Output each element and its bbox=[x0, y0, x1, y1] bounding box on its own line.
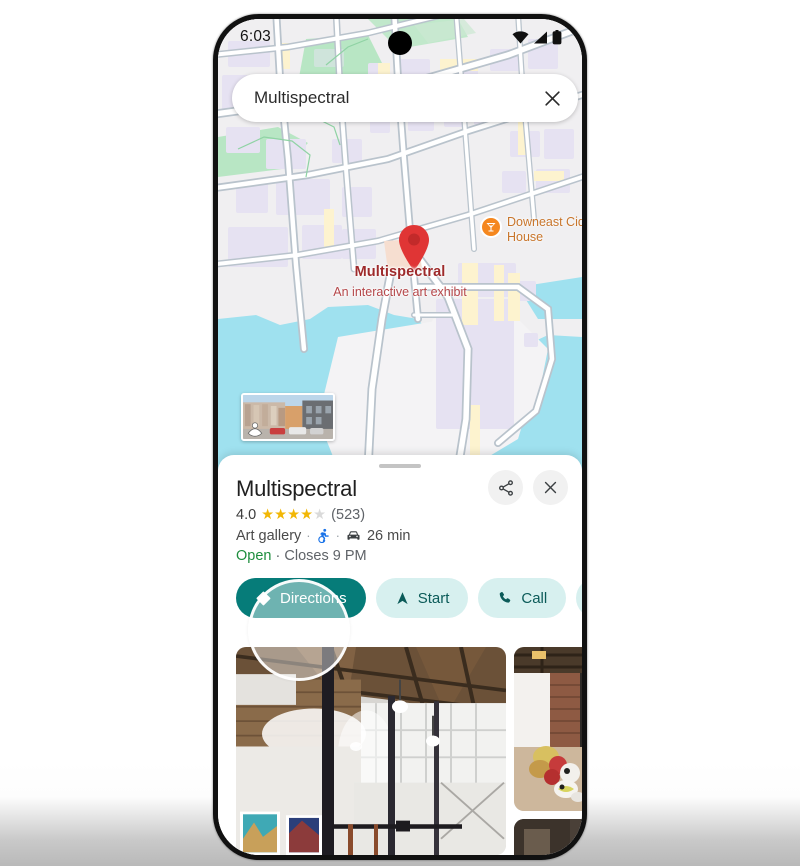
rating-value: 4.0 bbox=[236, 507, 257, 523]
rating-stars: ★ ★ ★ ★ ★ bbox=[261, 508, 326, 523]
map-poi-label: Downeast Cid House bbox=[507, 215, 582, 245]
photo-column: 2 days ag bbox=[514, 647, 582, 855]
start-button[interactable]: Start bbox=[375, 578, 469, 618]
directions-button[interactable]: Directions bbox=[236, 578, 366, 618]
hours-row: Open · Closes 9 PM bbox=[236, 548, 564, 564]
sheet-header: Multispectral 4.0 ★ ★ ★ ★ ★ (523) Art ga… bbox=[218, 468, 582, 564]
meta-separator: · bbox=[335, 528, 340, 543]
search-input[interactable]: Multispectral bbox=[232, 88, 530, 108]
directions-label: Directions bbox=[280, 589, 347, 607]
pegman-icon bbox=[246, 422, 264, 437]
close-icon bbox=[544, 90, 560, 106]
review-count: (523) bbox=[331, 507, 366, 523]
star-empty: ★ bbox=[313, 506, 327, 523]
map-poi-name-line2: House bbox=[507, 230, 544, 244]
map-poi-downeast-cider[interactable]: Downeast Cid House bbox=[480, 215, 582, 245]
place-meta-row: Art gallery · · 26 min bbox=[236, 527, 564, 544]
close-button[interactable] bbox=[533, 470, 568, 505]
gallery-interior-photo bbox=[236, 647, 506, 855]
sheet-header-actions bbox=[488, 470, 568, 505]
map-pin-sublabel: An interactive art exhibit bbox=[333, 285, 467, 299]
place-details-sheet[interactable]: Multispectral 4.0 ★ ★ ★ ★ ★ (523) Art ga… bbox=[218, 455, 582, 855]
meta-separator: · bbox=[306, 528, 311, 543]
call-label: Call bbox=[521, 589, 548, 607]
map-pin-label: Multispectral bbox=[354, 264, 446, 280]
search-clear-button[interactable] bbox=[530, 76, 574, 120]
save-button[interactable] bbox=[576, 578, 582, 618]
rating-row[interactable]: 4.0 ★ ★ ★ ★ ★ (523) bbox=[236, 507, 564, 523]
phone-screen: Downeast Cid House Multispectral An inte… bbox=[218, 19, 582, 855]
close-icon bbox=[544, 481, 557, 494]
photo-third[interactable]: 2 days ag bbox=[514, 819, 582, 855]
directions-icon bbox=[255, 590, 272, 607]
sculpture-photo bbox=[514, 647, 582, 811]
cocktail-bar-icon bbox=[480, 216, 502, 238]
share-icon bbox=[498, 479, 513, 496]
street-view-thumbnail[interactable] bbox=[241, 393, 335, 441]
car-icon bbox=[345, 527, 362, 544]
photo-main[interactable] bbox=[236, 647, 506, 855]
travel-time: 26 min bbox=[366, 527, 411, 544]
search-bar[interactable]: Multispectral bbox=[232, 74, 578, 122]
star-filled: ★ bbox=[274, 506, 288, 523]
call-button[interactable]: Call bbox=[478, 578, 567, 618]
photo-gallery[interactable]: 2 days ag bbox=[236, 647, 582, 855]
action-buttons-row: Directions Start Call bbox=[218, 564, 582, 618]
open-status: Open bbox=[236, 548, 272, 564]
screenshot-root: Downeast Cid House Multispectral An inte… bbox=[0, 0, 800, 866]
visitor-photo bbox=[514, 819, 582, 855]
star-filled: ★ bbox=[287, 506, 301, 523]
closing-time: Closes 9 PM bbox=[284, 548, 367, 564]
photo-second[interactable] bbox=[514, 647, 582, 811]
share-button[interactable] bbox=[488, 470, 523, 505]
wheelchair-accessible-icon bbox=[316, 528, 331, 543]
start-label: Start bbox=[417, 589, 450, 607]
navigation-arrow-icon bbox=[395, 591, 410, 606]
phone-device-frame: Downeast Cid House Multispectral An inte… bbox=[213, 14, 587, 860]
phone-icon bbox=[497, 590, 513, 606]
hours-separator: · bbox=[275, 548, 281, 564]
map-poi-name: Downeast Cid bbox=[507, 215, 582, 229]
star-filled: ★ bbox=[261, 506, 275, 523]
place-category: Art gallery bbox=[236, 527, 302, 544]
star-filled: ★ bbox=[300, 506, 314, 523]
